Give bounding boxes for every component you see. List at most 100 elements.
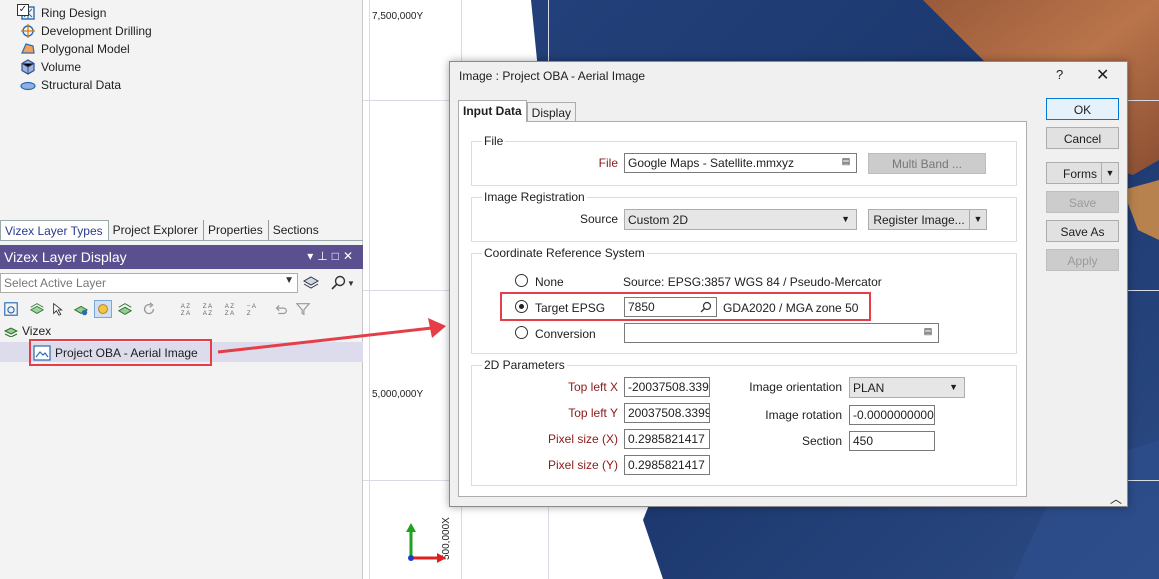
- chevron-down-icon: ▼: [347, 278, 355, 288]
- top-left-x-input[interactable]: -20037508.3399: [624, 377, 710, 397]
- tab-input-data[interactable]: Input Data: [458, 100, 527, 122]
- image-orientation-value: PLAN: [853, 381, 885, 395]
- layer-add-icon[interactable]: [28, 300, 46, 318]
- register-image-dropdown[interactable]: ▼: [969, 209, 987, 230]
- source-value: Custom 2D: [628, 213, 689, 227]
- crs-none-label: None: [535, 275, 564, 289]
- top-left-y-label: Top left Y: [568, 406, 618, 420]
- filter-icon[interactable]: [294, 300, 312, 318]
- tree-item-label: Development Drilling: [41, 24, 152, 38]
- image-rotation-input[interactable]: -0.0000000000: [849, 405, 935, 425]
- crs-none-radio[interactable]: [515, 274, 528, 287]
- dialog-tab-strip: Input Data Display: [458, 100, 577, 122]
- maximize-icon[interactable]: □: [332, 249, 343, 263]
- pixel-size-y-value: 0.2985821417: [628, 458, 705, 472]
- tree-item-label: Volume: [41, 60, 82, 74]
- pixel-size-x-label: Pixel size (X): [547, 432, 618, 446]
- tree-item-ring-design[interactable]: Ring Design: [20, 4, 106, 22]
- reload-icon[interactable]: [140, 300, 158, 318]
- image-orientation-select[interactable]: PLAN ▼: [849, 377, 965, 398]
- pixel-size-y-input[interactable]: 0.2985821417: [624, 455, 710, 475]
- file-group: File File Google Maps - Satellite.mmxyz …: [471, 134, 1017, 186]
- conversion-input[interactable]: [624, 323, 939, 343]
- tab-sections[interactable]: Sections: [269, 220, 324, 240]
- active-layer-select[interactable]: Select Active Layer ▼: [0, 273, 298, 293]
- pin-icon[interactable]: ⊥: [317, 249, 331, 263]
- panel-tab-strip: Vizex Layer Types Project Explorer Prope…: [0, 220, 363, 241]
- svg-text:A Z: A Z: [203, 310, 213, 317]
- tree-node-label: Vizex: [22, 324, 52, 338]
- search-button[interactable]: ▼: [328, 273, 358, 293]
- sort-az-icon[interactable]: A ZZ A: [178, 300, 196, 318]
- register-image-button[interactable]: Register Image...: [868, 209, 970, 230]
- apply-button[interactable]: Apply: [1046, 249, 1119, 271]
- tab-properties[interactable]: Properties: [204, 220, 269, 240]
- help-button[interactable]: ?: [1056, 67, 1063, 82]
- multi-band-button[interactable]: Multi Band ...: [868, 153, 986, 174]
- tree-item-polygonal-model[interactable]: Polygonal Model: [20, 40, 130, 58]
- file-input[interactable]: Google Maps - Satellite.mmxyz: [624, 153, 857, 173]
- section-input[interactable]: 450: [849, 431, 935, 451]
- cancel-button[interactable]: Cancel: [1046, 127, 1119, 149]
- browse-icon[interactable]: ▤: [920, 326, 936, 340]
- refresh-view-icon[interactable]: [2, 300, 20, 318]
- tree-item-development-drilling[interactable]: Development Drilling: [20, 22, 152, 40]
- svg-text:− A: − A: [247, 303, 257, 310]
- pixel-size-x-input[interactable]: 0.2985821417: [624, 429, 710, 449]
- dialog-title: Image : Project OBA - Aerial Image: [459, 69, 646, 83]
- layer-visibility-checkbox[interactable]: ✓: [17, 4, 29, 16]
- group-title: Image Registration: [482, 190, 587, 204]
- vizex-layer-display-header: Vizex Layer Display ▾⊥□✕: [0, 245, 363, 269]
- parameters-2d-group: 2D Parameters Top left X -20037508.3399 …: [471, 358, 1017, 486]
- search-icon: [331, 275, 346, 290]
- layers-button[interactable]: [300, 273, 322, 293]
- svg-text:Z A: Z A: [225, 310, 235, 317]
- tab-vizex-layer-types[interactable]: Vizex Layer Types: [0, 220, 109, 240]
- top-left-y-value: 20037508.3399: [628, 406, 710, 420]
- volume-icon: [21, 59, 35, 75]
- layer-select-icon[interactable]: [50, 300, 68, 318]
- collapse-chevron-icon[interactable]: ︿: [1110, 490, 1122, 507]
- file-value: Google Maps - Satellite.mmxyz: [628, 156, 795, 170]
- close-icon[interactable]: ✕: [343, 249, 357, 263]
- pixel-size-y-label: Pixel size (Y): [547, 458, 618, 472]
- close-button[interactable]: ✕: [1096, 65, 1109, 85]
- browse-icon[interactable]: ▤: [838, 156, 854, 170]
- svg-text:Z A: Z A: [203, 303, 213, 310]
- sort-minus-icon[interactable]: − AZ: [244, 300, 262, 318]
- chevron-down-icon: ▼: [1105, 168, 1115, 178]
- chevron-down-icon: ▼: [841, 214, 850, 224]
- coord-label: 5,000,000Y: [372, 389, 424, 400]
- crs-conversion-radio[interactable]: [515, 326, 528, 339]
- highlighted-layer-item[interactable]: Project OBA - Aerial Image: [29, 339, 212, 366]
- forms-button[interactable]: Forms: [1046, 162, 1102, 184]
- tree-item-volume[interactable]: Volume: [20, 58, 81, 76]
- structural-data-icon: [20, 81, 36, 91]
- section-label: Section: [801, 434, 842, 448]
- forms-dropdown[interactable]: ▼: [1101, 162, 1119, 184]
- tree-node-vizex[interactable]: Vizex: [4, 324, 51, 338]
- sort-type-icon[interactable]: A ZZ A: [222, 300, 240, 318]
- chevron-down-icon[interactable]: ▾: [307, 249, 317, 263]
- sort-za-icon[interactable]: Z AA Z: [200, 300, 218, 318]
- highlight-layer-icon[interactable]: [94, 300, 112, 318]
- axis-triad-icon: [406, 523, 446, 563]
- undo-icon[interactable]: [272, 300, 290, 318]
- layer-stack-icon[interactable]: [116, 300, 134, 318]
- tab-project-explorer[interactable]: Project Explorer: [109, 220, 204, 240]
- left-panel: Ring Design Development Drilling Polygon…: [0, 0, 363, 579]
- group-title: File: [482, 134, 506, 148]
- top-left-x-value: -20037508.3399: [628, 380, 710, 394]
- top-left-y-input[interactable]: 20037508.3399: [624, 403, 710, 423]
- vizex-layers-icon: [4, 327, 18, 337]
- image-registration-group: Image Registration Source Custom 2D ▼ Re…: [471, 190, 1017, 242]
- layer-group-icon[interactable]: [72, 300, 90, 318]
- chevron-down-icon: ▼: [284, 275, 294, 286]
- save-as-button[interactable]: Save As: [1046, 220, 1119, 242]
- tree-item-structural-data[interactable]: Structural Data: [20, 76, 121, 94]
- image-rotation-label: Image rotation: [765, 408, 842, 422]
- save-button[interactable]: Save: [1046, 191, 1119, 213]
- source-select[interactable]: Custom 2D ▼: [624, 209, 857, 230]
- ok-button[interactable]: OK: [1046, 98, 1119, 120]
- tab-display[interactable]: Display: [526, 102, 577, 121]
